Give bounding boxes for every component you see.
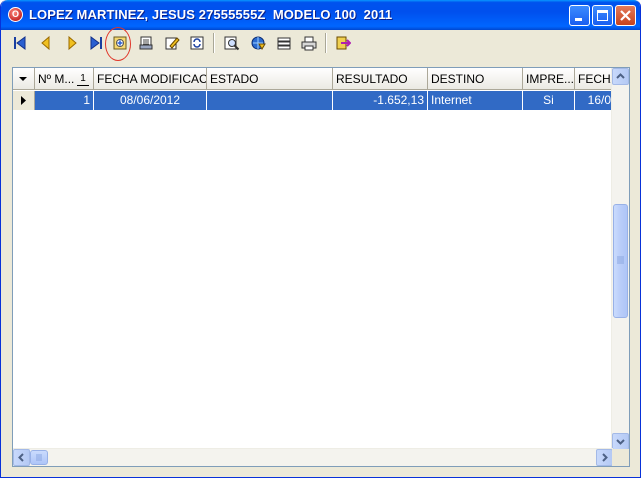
- next-record-icon: [68, 35, 77, 51]
- column-header-impreso[interactable]: IMPRE...: [523, 68, 575, 90]
- grid-header: Nº M... 1 FECHA MODIFICAC... ESTADO RESU…: [13, 68, 615, 90]
- scroll-left-button[interactable]: [13, 449, 30, 466]
- list-icon: [277, 37, 291, 50]
- chevron-left-icon: [18, 453, 24, 462]
- refresh-button[interactable]: [186, 32, 208, 54]
- toolbar-separator: [213, 33, 215, 53]
- dropdown-arrow-icon: [19, 77, 27, 81]
- sort-order-badge: 1: [77, 72, 89, 86]
- scrollbar-corner: [612, 449, 629, 466]
- cell-impreso[interactable]: Si: [523, 91, 575, 110]
- title-bar[interactable]: O LOPEZ MARTINEZ, JESUS 27555555Z MODELO…: [1, 0, 640, 30]
- column-header-resultado[interactable]: RESULTADO: [333, 68, 428, 90]
- grip-icon: [617, 256, 624, 264]
- scroll-right-button[interactable]: [596, 449, 613, 466]
- vertical-scrollbar[interactable]: [611, 68, 629, 450]
- cell-destino[interactable]: Internet: [428, 91, 523, 110]
- chevron-right-icon: [602, 453, 608, 462]
- print-preview-button[interactable]: [135, 32, 157, 54]
- search-icon: [224, 36, 240, 51]
- column-header-destino[interactable]: DESTINO: [428, 68, 523, 90]
- close-icon: [620, 10, 631, 21]
- table-row[interactable]: 1 08/06/2012 -1.652,13 Internet Si 16/0: [13, 91, 615, 110]
- scroll-up-button[interactable]: [612, 68, 629, 85]
- internet-send-icon: [251, 36, 266, 50]
- search-button[interactable]: [221, 32, 243, 54]
- edit-record-button[interactable]: [161, 32, 183, 54]
- cell-estado[interactable]: [207, 91, 333, 110]
- column-header-estado[interactable]: ESTADO: [207, 68, 333, 90]
- refresh-icon: [190, 36, 204, 50]
- print-preview-icon: [139, 36, 153, 50]
- cell-fecha-modificacion[interactable]: 08/06/2012: [94, 91, 207, 110]
- highlight-annotation: [105, 27, 131, 61]
- grip-icon: [36, 454, 42, 461]
- app-window: O LOPEZ MARTINEZ, JESUS 27555555Z MODELO…: [0, 0, 641, 478]
- print-icon: [301, 36, 317, 51]
- edit-record-icon: [165, 37, 180, 50]
- previous-record-button[interactable]: [35, 32, 57, 54]
- exit-icon: [336, 36, 351, 50]
- chevron-up-icon: [616, 73, 625, 79]
- last-record-button[interactable]: [85, 32, 107, 54]
- column-header-fecha[interactable]: FECHA: [575, 68, 615, 90]
- first-record-icon: [14, 36, 26, 50]
- list-button[interactable]: [273, 32, 295, 54]
- scroll-down-button[interactable]: [612, 433, 629, 450]
- close-button[interactable]: [615, 5, 636, 26]
- column-header-fecha-modificacion[interactable]: FECHA MODIFICAC...: [94, 68, 207, 90]
- minimize-icon: [575, 18, 582, 21]
- column-label: Nº M...: [38, 72, 75, 86]
- app-icon[interactable]: O: [8, 7, 23, 22]
- records-grid[interactable]: Nº M... 1 FECHA MODIFICAC... ESTADO RESU…: [12, 67, 630, 467]
- print-button[interactable]: [298, 32, 320, 54]
- window-title: LOPEZ MARTINEZ, JESUS 27555555Z MODELO 1…: [29, 7, 393, 22]
- cell-resultado[interactable]: -1.652,13: [333, 91, 428, 110]
- cell-num[interactable]: 1: [35, 91, 94, 110]
- exit-button[interactable]: [332, 32, 354, 54]
- next-record-button[interactable]: [61, 32, 83, 54]
- maximize-button[interactable]: [592, 5, 613, 26]
- cell-fecha[interactable]: 16/0: [575, 91, 615, 110]
- minimize-button[interactable]: [569, 5, 590, 26]
- vertical-scroll-thumb[interactable]: [613, 204, 628, 318]
- column-header-num[interactable]: Nº M... 1: [35, 68, 94, 90]
- row-selector-header[interactable]: [13, 68, 35, 90]
- horizontal-scroll-thumb[interactable]: [30, 450, 48, 465]
- first-record-button[interactable]: [9, 32, 31, 54]
- internet-send-button[interactable]: [247, 32, 269, 54]
- toolbar: [5, 30, 638, 56]
- horizontal-scrollbar[interactable]: [13, 448, 613, 466]
- chevron-down-icon: [616, 439, 625, 445]
- last-record-icon: [90, 36, 102, 50]
- toolbar-separator: [325, 33, 327, 53]
- maximize-icon: [597, 10, 608, 21]
- previous-record-icon: [41, 35, 50, 51]
